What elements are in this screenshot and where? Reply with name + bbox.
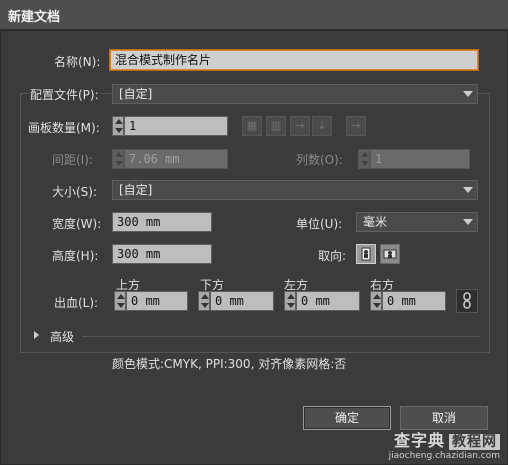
arrow-up-icon (373, 294, 381, 299)
arrow-up-icon (115, 119, 123, 124)
bleed-top-stepper[interactable] (114, 291, 126, 311)
bleed-top-input[interactable]: 0 mm (126, 291, 188, 311)
width-input[interactable]: 300 mm (112, 212, 212, 232)
arrow-up-icon (117, 294, 125, 299)
grid-by-row-icon[interactable]: ▦ (242, 116, 262, 136)
artboard-count-stepper[interactable] (112, 116, 124, 136)
bleed-bottom-stepper[interactable] (198, 291, 210, 311)
size-select-value: [自定] (119, 183, 153, 197)
arrow-up-icon (201, 294, 209, 299)
profile-label: 配置文件(P): (28, 86, 101, 103)
size-label: 大小(S): (52, 185, 98, 199)
site-watermark: 查字典 教程网 jiaocheng.chazidian.com (389, 427, 500, 461)
bleed-right-stepper[interactable] (370, 291, 382, 311)
units-select-value: 毫米 (363, 215, 388, 229)
watermark-url: jiaocheng.chazidian.com (388, 451, 500, 461)
arrow-up-icon (287, 294, 295, 299)
spacing-input[interactable]: 7.06 mm (124, 149, 228, 169)
dialog-titlebar[interactable]: 新建文档 (0, 0, 508, 30)
spacing-stepper[interactable] (112, 149, 124, 169)
advanced-toggle-label[interactable]: 高级 (50, 328, 74, 345)
arrow-down-icon (201, 303, 209, 308)
right-to-left-layout-icon[interactable]: → (346, 116, 366, 136)
profile-select[interactable]: [自定] (112, 84, 478, 104)
units-select[interactable]: 毫米 (356, 212, 478, 232)
disclosure-triangle-icon[interactable] (34, 331, 39, 339)
document-name-input[interactable]: 混合模式制作名片 (109, 49, 479, 71)
units-label: 单位(U): (296, 217, 343, 231)
arrow-down-icon (115, 128, 123, 133)
watermark-tag: 教程网 (449, 434, 500, 450)
arrow-up-icon (115, 152, 123, 157)
landscape-icon[interactable] (380, 244, 400, 264)
name-label: 名称(N): (54, 55, 101, 69)
bleed-right-input[interactable]: 0 mm (382, 291, 446, 311)
arrow-down-icon (117, 303, 125, 308)
dialog-title: 新建文档 (8, 10, 61, 25)
chain-link-icon[interactable] (456, 289, 478, 313)
watermark-title: 查字典 (393, 431, 445, 450)
arrow-down-icon (361, 161, 369, 166)
chevron-down-icon (463, 187, 473, 193)
document-summary: 颜色模式:CMYK, PPI:300, 对齐像素网格:否 (112, 357, 347, 371)
artboard-count-input[interactable]: 1 (124, 116, 228, 136)
columns-stepper[interactable] (358, 149, 370, 169)
ok-button[interactable]: 确定 (303, 406, 391, 430)
columns-input[interactable]: 1 (370, 149, 470, 169)
advanced-divider (82, 336, 480, 337)
arrange-by-column-icon[interactable]: ↓ (312, 116, 332, 136)
bleed-bottom-input[interactable]: 0 mm (210, 291, 274, 311)
columns-label: 列数(O): (296, 153, 343, 167)
spacing-label: 间距(I): (52, 153, 93, 167)
arrow-up-icon (361, 152, 369, 157)
bleed-left-stepper[interactable] (284, 291, 296, 311)
arrow-down-icon (287, 303, 295, 308)
height-label: 高度(H): (52, 249, 99, 263)
arrow-down-icon (373, 303, 381, 308)
portrait-icon[interactable] (356, 244, 376, 264)
orientation-label: 取向: (318, 249, 347, 263)
artboard-count-label: 画板数量(M): (28, 121, 100, 135)
size-select[interactable]: [自定] (112, 180, 478, 200)
bleed-left-input[interactable]: 0 mm (296, 291, 360, 311)
arrow-down-icon (115, 161, 123, 166)
chevron-down-icon (463, 219, 473, 225)
profile-select-value: [自定] (119, 87, 153, 101)
bleed-label: 出血(L): (54, 296, 99, 310)
width-label: 宽度(W): (52, 217, 102, 231)
chevron-down-icon (463, 91, 473, 97)
arrange-by-row-icon[interactable]: → (290, 116, 310, 136)
grid-by-column-icon[interactable]: ▥ (266, 116, 286, 136)
height-input[interactable]: 300 mm (112, 244, 212, 264)
